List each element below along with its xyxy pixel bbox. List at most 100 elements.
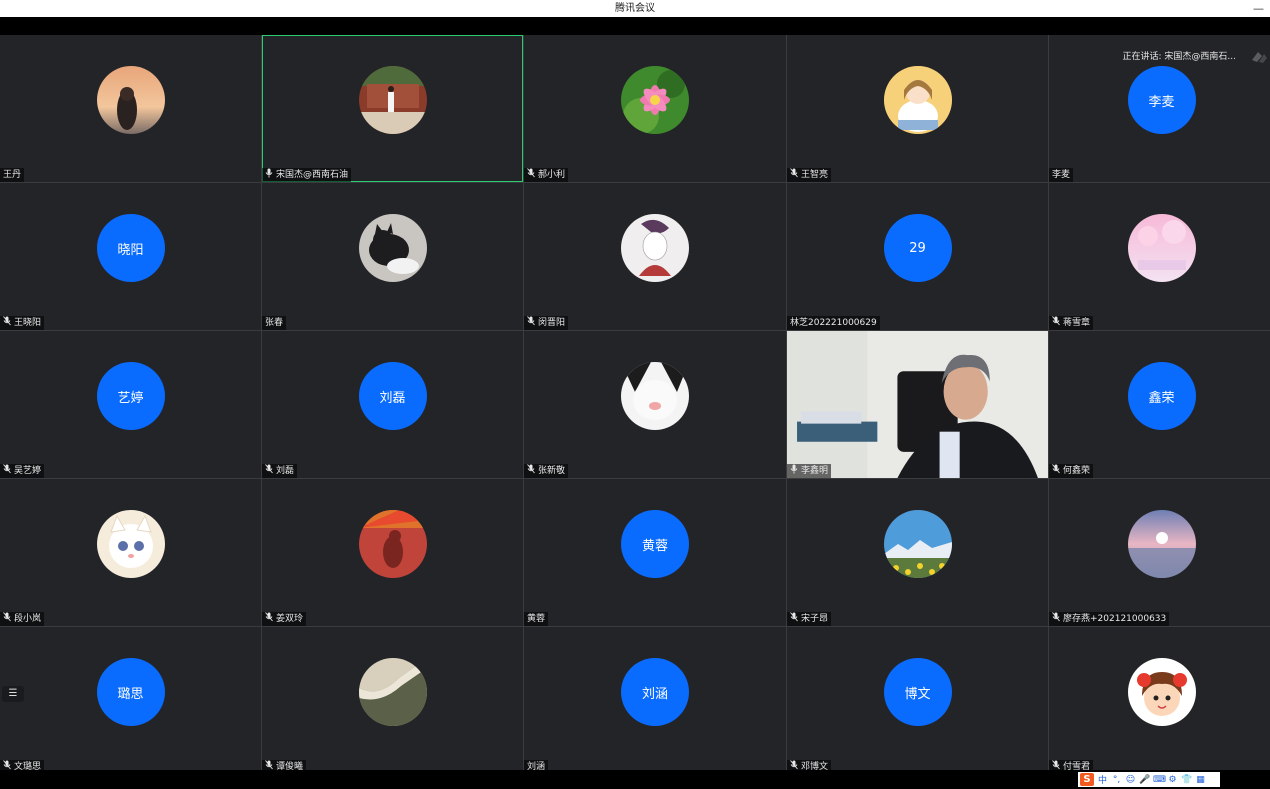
participant-video (787, 331, 1048, 478)
participant-name: 宋国杰@西南石油 (276, 170, 349, 180)
participant-name: 郝小利 (538, 170, 566, 180)
top-strip (0, 17, 1270, 35)
ime-tool-icon[interactable]: °, (1111, 775, 1122, 785)
participant-avatar: 艺婷 (96, 362, 165, 430)
participant-tile[interactable]: 刘磊 刘磊 (262, 331, 523, 478)
participant-tile[interactable]: 付雪君 (1049, 627, 1270, 774)
mic-muted-icon (265, 463, 273, 479)
participant-tile[interactable]: 王丹 (0, 35, 261, 182)
mic-on-icon (790, 464, 798, 479)
window-titlebar: 腾讯会议 — (0, 0, 1270, 17)
participant-tile[interactable]: 张新敬 (524, 331, 786, 478)
participant-nameplate: 宋国杰@西南石油 (262, 168, 352, 183)
participant-tile[interactable]: 姜双玲 (262, 479, 523, 626)
participant-avatar: 29 (883, 214, 952, 282)
participant-avatar (96, 510, 165, 578)
participant-tile[interactable]: 刘涵 刘涵 (524, 627, 786, 774)
participant-name: 蒋雪章 (1063, 318, 1091, 328)
participant-tile[interactable]: 谭俊曦 (262, 627, 523, 774)
participant-name: 林芝202221000629 (790, 318, 877, 328)
mic-muted-icon (527, 167, 535, 183)
participant-nameplate: 林芝202221000629 (787, 316, 880, 330)
participant-avatar: 李麦 (1127, 66, 1196, 134)
ime-tool-icon[interactable]: 🎤 (1139, 775, 1150, 785)
ime-tool-icon[interactable]: 👕 (1181, 775, 1192, 785)
participant-tile[interactable]: 宋子昂 (787, 479, 1048, 626)
ime-toolbar[interactable]: S 中 °, ☺ 🎤 ⌨ ⚙ 👕 ▦ (1078, 772, 1220, 787)
participant-nameplate: 李鑫明 (787, 464, 832, 479)
participant-nameplate: 段小岚 (0, 611, 45, 627)
mic-muted-icon (265, 611, 273, 627)
speaking-indicator: 正在讲话: 宋国杰@西南石... (1122, 52, 1236, 62)
participant-nameplate: 王晓阳 (0, 315, 45, 331)
participant-avatar (621, 214, 689, 282)
mic-muted-icon (527, 463, 535, 479)
participant-avatar: 黄蓉 (621, 510, 689, 578)
participant-nameplate: 刘磊 (262, 463, 298, 479)
participant-name: 王智亮 (801, 170, 829, 180)
participant-tile[interactable]: 廖存燕+202121000633 (1049, 479, 1270, 626)
participant-tile[interactable]: 李麦 李麦 正在讲话: 宋国杰@西南石... (1049, 35, 1270, 182)
meeting-logo-icon (1250, 49, 1268, 63)
window-title: 腾讯会议 (615, 3, 655, 14)
participant-name: 王丹 (3, 170, 22, 180)
participant-tile[interactable]: 张春 (262, 183, 523, 330)
participant-tile[interactable]: 闵晋阳 (524, 183, 786, 330)
participant-tile[interactable]: 蒋雪章 (1049, 183, 1270, 330)
participant-name: 吴艺婷 (14, 466, 42, 476)
participant-nameplate: 宋子昂 (787, 611, 832, 626)
participant-avatar (358, 510, 427, 578)
participant-tile[interactable]: 29 林芝202221000629 (787, 183, 1048, 330)
participant-avatar (1127, 510, 1196, 578)
participant-avatar (358, 658, 427, 726)
mic-muted-icon (3, 611, 11, 627)
participant-tile[interactable]: 晓阳王晓阳 (0, 183, 261, 330)
participant-avatar: 博文 (883, 658, 952, 726)
mic-muted-icon (790, 167, 798, 183)
participant-tile[interactable]: 黄蓉 黄蓉 (524, 479, 786, 626)
participant-tile[interactable]: 王智亮 (787, 35, 1048, 182)
ime-tool-icon[interactable]: ▦ (1195, 775, 1206, 785)
participant-nameplate: 蒋雪章 (1049, 315, 1094, 331)
participant-name: 张新敬 (538, 466, 566, 476)
participant-tile[interactable]: 李鑫明 (787, 331, 1048, 478)
list-icon[interactable]: ☰ (2, 686, 24, 702)
minimize-button[interactable]: — (1253, 0, 1264, 17)
ime-tool-icon[interactable]: 中 (1097, 773, 1108, 786)
participant-avatar: 刘涵 (621, 658, 689, 726)
participant-tile[interactable]: 博文 邓博文 (787, 627, 1048, 774)
mic-muted-icon (1052, 463, 1060, 479)
sogou-logo-icon[interactable]: S (1080, 773, 1094, 786)
mic-muted-icon (1052, 611, 1060, 627)
participant-tile[interactable]: 鑫荣 何鑫荣 (1049, 331, 1270, 478)
participant-avatar (883, 66, 952, 134)
ime-tool-icon[interactable]: ⚙ (1167, 775, 1178, 785)
participant-avatar (96, 66, 165, 134)
participant-name: 黄蓉 (527, 614, 546, 624)
ime-tool-icon[interactable]: ⌨ (1153, 775, 1166, 785)
participant-tile[interactable]: 璐思 文璐思 ☰ (0, 627, 261, 774)
mic-muted-icon (3, 315, 11, 331)
participant-name: 姜双玲 (276, 614, 304, 624)
participant-name: 李麦 (1052, 170, 1071, 180)
participant-avatar (1127, 658, 1196, 726)
participant-tile[interactable]: 艺婷吴艺婷 (0, 331, 261, 478)
participant-tile[interactable]: 郝小利 (524, 35, 786, 182)
participant-nameplate: 闵晋阳 (524, 315, 569, 330)
participant-nameplate: 何鑫荣 (1049, 463, 1094, 479)
participant-tile[interactable]: 段小岚 (0, 479, 261, 626)
participant-name: 廖存燕+202121000633 (1063, 614, 1167, 624)
participant-nameplate: 李麦 (1049, 168, 1074, 182)
participant-nameplate: 王智亮 (787, 167, 832, 183)
participant-tile[interactable]: 宋国杰@西南石油 (262, 35, 523, 182)
participant-avatar (358, 66, 427, 134)
participant-avatar: 晓阳 (96, 214, 165, 282)
participant-name: 王晓阳 (14, 318, 42, 328)
participant-name: 李鑫明 (801, 466, 829, 476)
ime-tool-icon[interactable]: ☺ (1125, 775, 1136, 785)
mic-on-icon (265, 168, 273, 183)
participant-name: 宋子昂 (801, 614, 829, 624)
mic-muted-icon (1052, 315, 1060, 331)
participant-avatar (358, 214, 427, 282)
participant-nameplate: 张新敬 (524, 463, 569, 479)
